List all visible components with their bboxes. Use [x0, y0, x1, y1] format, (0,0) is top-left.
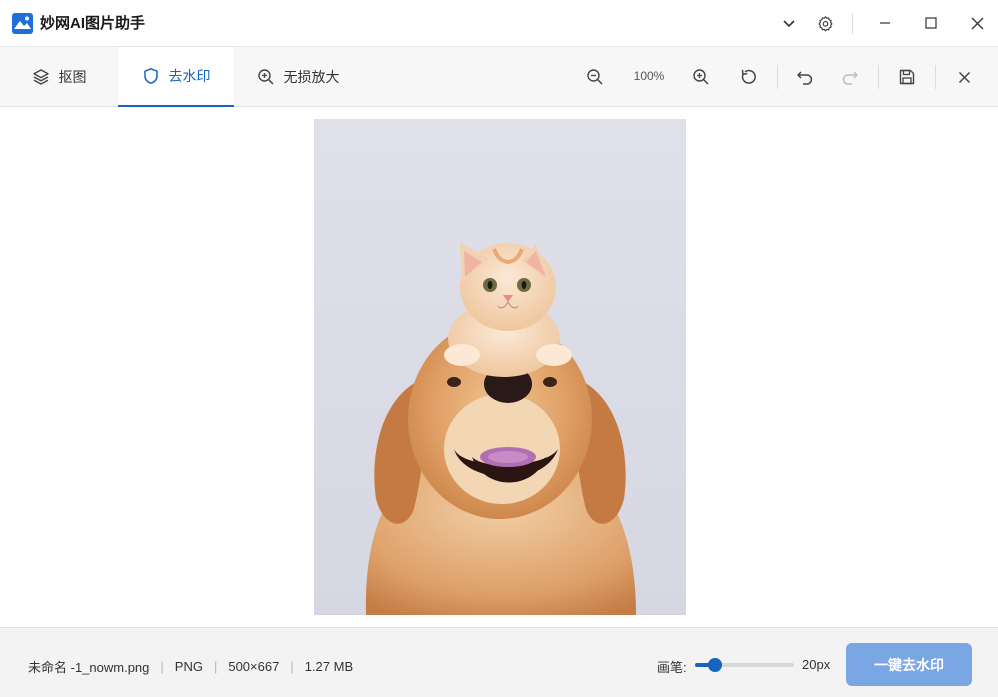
redo-icon	[842, 71, 858, 85]
toolbar-divider	[777, 65, 778, 89]
info-divider: |	[290, 659, 294, 674]
maximize-icon	[925, 17, 937, 29]
tab-label: 抠图	[58, 69, 87, 85]
brush-size-label: 画笔:	[657, 660, 687, 675]
toolbar-divider	[935, 65, 936, 89]
reset-button[interactable]	[734, 62, 764, 92]
titlebar-divider	[852, 13, 853, 34]
info-divider: |	[160, 659, 164, 674]
zoom-in-icon	[693, 69, 709, 85]
tab-label: 去水印	[168, 68, 211, 84]
close-image-button[interactable]	[949, 62, 979, 92]
save-icon	[899, 69, 915, 85]
undo-button[interactable]	[790, 62, 820, 92]
app-logo-icon	[12, 13, 33, 34]
gear-icon	[817, 15, 833, 31]
status-bar: 未命名 -1_nowm.png | PNG | 500×667 | 1.27 M…	[0, 627, 998, 697]
close-icon	[958, 71, 970, 83]
image-canvas	[0, 107, 998, 627]
file-size: 1.27 MB	[304, 659, 354, 674]
file-info: 未命名 -1_nowm.png | PNG | 500×667 | 1.27 M…	[28, 657, 353, 676]
info-divider: |	[213, 659, 218, 674]
chevron-down-icon	[783, 20, 795, 28]
window-close-button[interactable]	[962, 9, 992, 37]
tab-label: 无损放大	[283, 69, 340, 85]
dropdown-button[interactable]	[774, 9, 804, 37]
edited-photo[interactable]	[314, 119, 686, 615]
image-dimensions: 500×667	[228, 659, 280, 674]
toolbar-divider	[878, 65, 879, 89]
zoom-level: 100%	[633, 69, 665, 83]
maximize-button[interactable]	[916, 9, 946, 37]
file-name: 未命名 -1_nowm.png	[28, 660, 150, 675]
zoom-out-button[interactable]	[580, 62, 610, 92]
save-button[interactable]	[892, 62, 922, 92]
brush-size-value: 20px	[802, 657, 831, 672]
redo-button[interactable]	[835, 62, 865, 92]
app-window: 妙网AI图片助手 抠图 去水印 无损放大 100% 未命名 -1_nowm.pn…	[0, 0, 998, 697]
shield-icon	[142, 67, 160, 85]
remove-watermark-button[interactable]: 一键去水印	[846, 643, 972, 686]
toolbar: 抠图 去水印 无损放大 100%	[0, 47, 998, 107]
file-format: PNG	[174, 659, 203, 674]
zoom-in-icon	[257, 68, 275, 86]
undo-icon	[797, 71, 813, 85]
brush-size-slider-thumb[interactable]	[707, 658, 722, 672]
tab-watermark-removal[interactable]: 去水印	[118, 47, 234, 107]
reset-icon	[741, 69, 756, 84]
title-bar: 妙网AI图片助手	[0, 0, 998, 47]
tab-lossless-upscale[interactable]: 无损放大	[234, 47, 362, 107]
minimize-button[interactable]	[870, 9, 900, 37]
zoom-out-icon	[587, 69, 603, 85]
settings-button[interactable]	[810, 9, 840, 37]
tab-cutout[interactable]: 抠图	[0, 47, 118, 107]
layers-icon	[32, 68, 50, 86]
brush-size-slider[interactable]	[695, 658, 794, 672]
app-title: 妙网AI图片助手	[40, 15, 146, 32]
cat-and-dog-photo	[314, 119, 686, 615]
close-icon	[971, 17, 983, 29]
zoom-in-button[interactable]	[686, 62, 716, 92]
minimize-icon	[880, 22, 890, 24]
